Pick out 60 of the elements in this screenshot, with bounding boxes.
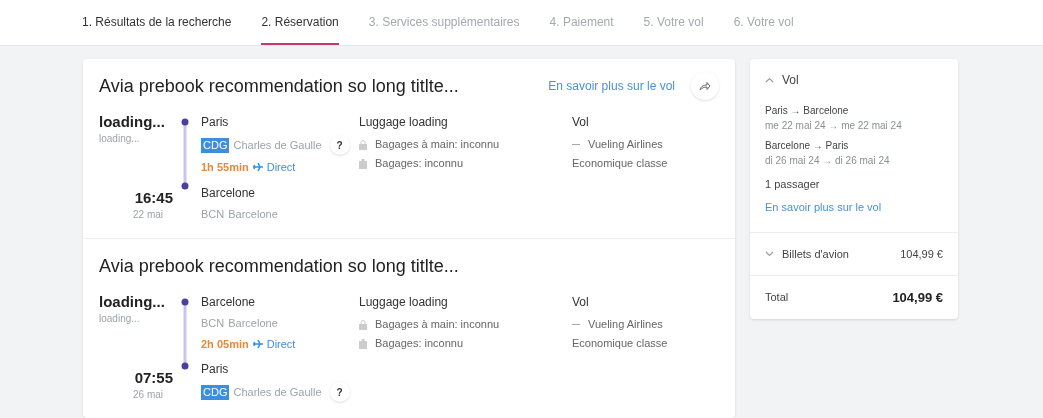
airport-code: BCN: [201, 316, 225, 331]
luggage-info: Bagages: inconnu: [375, 336, 464, 351]
arrival-date: 26 mai: [132, 388, 164, 402]
total-label: Total: [765, 290, 789, 306]
airport-name: Barcelone: [228, 316, 278, 331]
airport-name: Barcelone: [228, 206, 278, 222]
airport-code: CDG: [201, 137, 230, 153]
airline-logo-icon: [572, 323, 580, 326]
route: Barcelone → Paris: [765, 139, 850, 153]
luggage-info: Bagages à main: inconnu: [375, 317, 500, 332]
luggage-title: Luggage loading: [359, 114, 449, 131]
airline-name: Vueling Airlines: [588, 137, 663, 152]
step-tab[interactable]: 1. Résultats de la recherche: [82, 0, 232, 45]
help-button[interactable]: ?: [329, 135, 350, 155]
flight-title: Avia prebook recommendation so long titlte...: [99, 254, 459, 278]
luggage-info: Bagages: inconnu: [375, 156, 464, 171]
departure-city: Paris: [201, 114, 230, 131]
arrival-time: 07:55: [133, 369, 174, 387]
cabin-class: Economique classe: [572, 156, 668, 171]
departure-date: loading...: [99, 312, 141, 326]
route-dates: me 22 mai 24 → me 22 mai 24: [765, 119, 903, 133]
arrival-time: 16:45: [133, 189, 174, 207]
arrival-date: 22 mai: [132, 208, 164, 222]
departure-time: loading...: [99, 293, 166, 311]
airport-name: Charles de Gaulle: [233, 384, 322, 400]
arrival-city: Paris: [201, 361, 230, 378]
passenger-count: 1 passager: [765, 177, 821, 192]
airport-code: BCN: [201, 206, 225, 222]
airline-name: Vueling Airlines: [588, 317, 663, 332]
share-icon: [699, 81, 711, 91]
tickets-price: 104,99 €: [900, 246, 943, 262]
flight-info-title: Vol: [572, 294, 590, 311]
tickets-section-toggle[interactable]: Billets d'avion: [765, 245, 849, 263]
airport-name: Charles de Gaulle: [233, 137, 322, 153]
departure-date: loading...: [99, 132, 141, 146]
route-dates: di 26 mai 24 → di 26 mai 24: [765, 154, 891, 168]
plane-icon: [252, 338, 263, 349]
route: Paris → Barcelone: [765, 104, 850, 118]
airline-logo-icon: [572, 143, 580, 146]
step-tab[interactable]: 2. Réservation: [261, 0, 339, 45]
cabin-class: Economique classe: [572, 336, 668, 351]
arrival-city: Barcelone: [201, 184, 257, 202]
share-button[interactable]: [691, 72, 719, 100]
flight-section-toggle[interactable]: Vol: [765, 71, 799, 89]
flight-duration: 2h 05min: [201, 336, 249, 352]
luggage-info: Bagages à main: inconnu: [375, 137, 500, 152]
airport-code: CDG: [201, 384, 230, 400]
total-price: 104,99 €: [892, 288, 943, 307]
plane-icon: [252, 162, 263, 173]
help-button[interactable]: ?: [329, 382, 350, 402]
flight-title: Avia prebook recommendation so long titlte...: [99, 74, 459, 98]
luggage-title: Luggage loading: [359, 294, 449, 311]
flight-duration: 1h 55min: [201, 160, 249, 175]
direct-label: Direct: [266, 160, 296, 175]
flight-info-title: Vol: [572, 114, 590, 131]
flight-details-link[interactable]: En savoir plus sur le vol: [548, 77, 675, 95]
direct-label: Direct: [266, 336, 296, 352]
departure-city: Barcelone: [201, 294, 257, 311]
flight-details-link[interactable]: En savoir plus sur le vol: [765, 198, 943, 215]
departure-time: loading...: [99, 113, 166, 131]
